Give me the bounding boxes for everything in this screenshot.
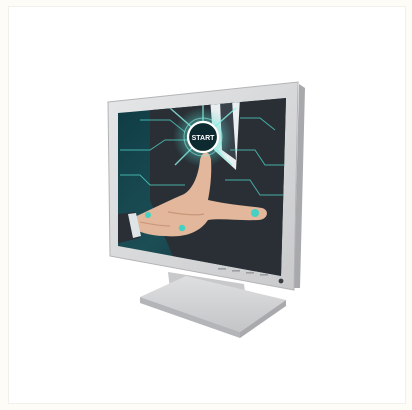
bezel-button-2[interactable] (232, 270, 240, 272)
start-button[interactable]: START (183, 117, 223, 157)
start-button-label: START (192, 135, 216, 142)
bezel-button-1[interactable] (218, 268, 226, 270)
bezel-button-4[interactable] (260, 274, 268, 276)
power-button-icon[interactable] (278, 278, 284, 284)
bezel-button-3[interactable] (246, 272, 254, 274)
monitor-illustration: START (107, 81, 305, 338)
product-photo-stage: START (0, 0, 412, 410)
